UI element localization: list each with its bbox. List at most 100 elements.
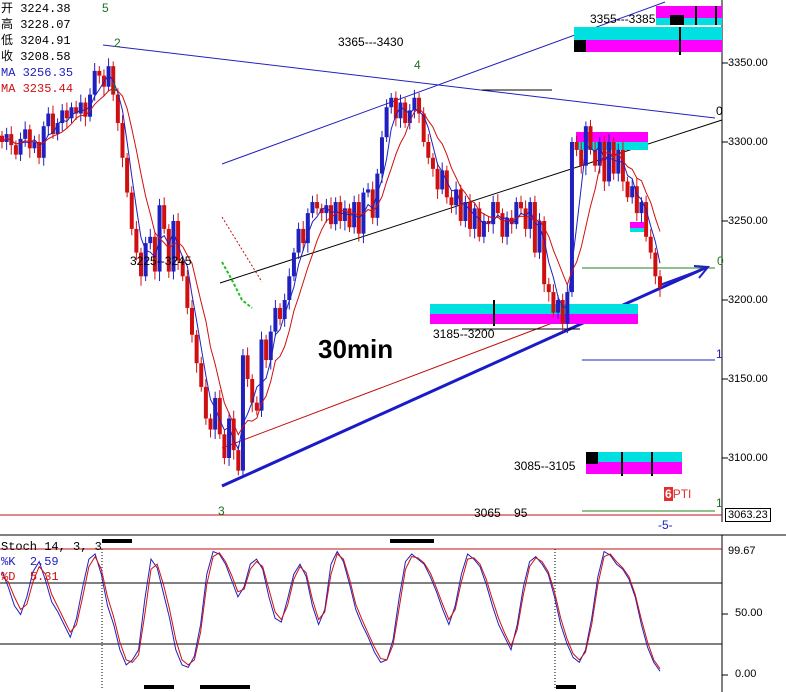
candle-body: [579, 149, 584, 166]
stoch-guides: [0, 548, 728, 688]
candle-body: [458, 189, 463, 221]
ma1-label: MA: [1, 66, 16, 80]
candle-body: [551, 292, 556, 313]
wave-5-label: 5: [102, 1, 109, 15]
wave-3-label: 3: [218, 504, 225, 518]
candle-body: [13, 145, 18, 155]
ma2-label: MA: [1, 82, 16, 96]
candle-body: [329, 205, 333, 225]
pti-text: PTI: [672, 487, 692, 501]
legend-ma1: MA 3256.35: [1, 65, 73, 81]
candle-body: [46, 113, 51, 127]
legend-close: 收 3208.58: [1, 49, 73, 65]
zone-small-cyan: [630, 228, 644, 232]
candle-body: [97, 70, 102, 76]
range-low-label: 3085--3105: [514, 459, 576, 473]
candle-body: [134, 228, 139, 253]
range-right-top-label: 3355---3385: [590, 12, 656, 26]
candle-body: [291, 252, 296, 277]
candle-body: [245, 355, 250, 379]
candle-body: [468, 202, 473, 229]
candle-body: [23, 129, 28, 139]
candle-body: [440, 170, 445, 190]
candle-body: [250, 379, 255, 403]
period-bars: [102, 539, 576, 689]
right-1a-label: 1: [716, 347, 723, 361]
candle-body: [27, 129, 32, 149]
legend-low: 低 3204.91: [1, 33, 73, 49]
candle-body: [430, 157, 435, 169]
range-top-label: 3365---3430: [338, 35, 404, 49]
zone-3085-black: [586, 452, 598, 464]
candle-body: [658, 276, 662, 288]
stoch-d-label: %D: [1, 570, 16, 584]
candle-body: [421, 113, 426, 142]
zone-3185-cyan: [430, 304, 638, 314]
candle-body: [264, 339, 269, 361]
stoch-k-value: 2.59: [29, 555, 59, 569]
candle-body: [546, 284, 551, 293]
timeframe-label: 30min: [318, 334, 394, 364]
zone-3085-cyan: [586, 452, 682, 462]
open-label: 开: [1, 2, 14, 16]
candle-body: [556, 300, 561, 313]
legend-open: 开 3224.38: [1, 1, 73, 17]
zone-3355-black: [574, 40, 586, 52]
price-tick-3300: 3300.00: [728, 136, 768, 148]
wave-1-label: 1: [111, 80, 118, 94]
candle-body: [162, 205, 167, 229]
candle-body: [227, 418, 232, 458]
candle-body: [398, 102, 403, 119]
candle-body: [518, 202, 523, 209]
zone-3085-magenta: [586, 462, 682, 474]
candle-body: [259, 339, 264, 411]
open-value: 3224.38: [20, 2, 71, 16]
candle-body: [500, 213, 505, 237]
candle-body: [384, 107, 389, 138]
right-0b-label: 0: [717, 254, 724, 268]
stoch-k-row: %K 2.59: [1, 555, 102, 570]
candle-body: [495, 202, 500, 214]
legend-ma2: MA 3235.44: [1, 81, 73, 97]
candle-body: [120, 123, 125, 158]
candle-body: [607, 142, 612, 182]
candle-body: [92, 70, 97, 95]
price-cursor-value: 3063.23: [725, 508, 771, 522]
candle-body: [18, 138, 23, 155]
candle-body: [185, 276, 190, 308]
price-tick-3200: 3200.00: [728, 294, 768, 306]
candle-body: [379, 137, 384, 174]
zone-top-cyan: [656, 18, 722, 25]
candle-body: [315, 202, 320, 209]
low-label: 低: [1, 34, 14, 48]
candle-body: [574, 142, 579, 150]
ohlc-legend: 开 3224.38 高 3228.07 低 3204.91 收 3208.58 …: [1, 1, 73, 97]
candle-body: [426, 142, 431, 158]
stoch-tick-0: 0.00: [735, 668, 757, 680]
ma2-value: 3235.44: [22, 82, 74, 96]
zone-small-magenta: [630, 222, 644, 228]
minus5-label: -5-: [658, 518, 673, 532]
wave-4-label: 4: [414, 58, 421, 72]
stoch-d-row: %D 5.31: [1, 570, 102, 585]
price-tick-3250: 3250.00: [728, 215, 768, 227]
candle-body: [125, 157, 130, 193]
price-tick-3150: 3150.00: [728, 373, 768, 385]
candle-body: [148, 236, 153, 244]
candle-body: [129, 192, 134, 229]
candle-body: [449, 197, 454, 206]
pti-badge: 6PTI: [664, 487, 691, 501]
candle-body: [208, 418, 213, 430]
candle-body: [194, 334, 199, 364]
candle-body: [278, 307, 283, 319]
stoch-legend: Stoch 14, 3, 3 %K 2.59 %D 5.31: [1, 540, 102, 585]
stoch-tick-50: 50.00: [735, 607, 763, 619]
candle-body: [189, 307, 194, 335]
range-mid-label: 3185--3200: [433, 327, 495, 341]
candle-body: [366, 189, 371, 193]
wave-2-label: 2: [114, 36, 121, 50]
candle-body: [602, 142, 607, 182]
price-tick-3350: 3350.00: [728, 57, 768, 69]
low-value: 3204.91: [20, 34, 71, 48]
candle-body: [222, 434, 227, 458]
